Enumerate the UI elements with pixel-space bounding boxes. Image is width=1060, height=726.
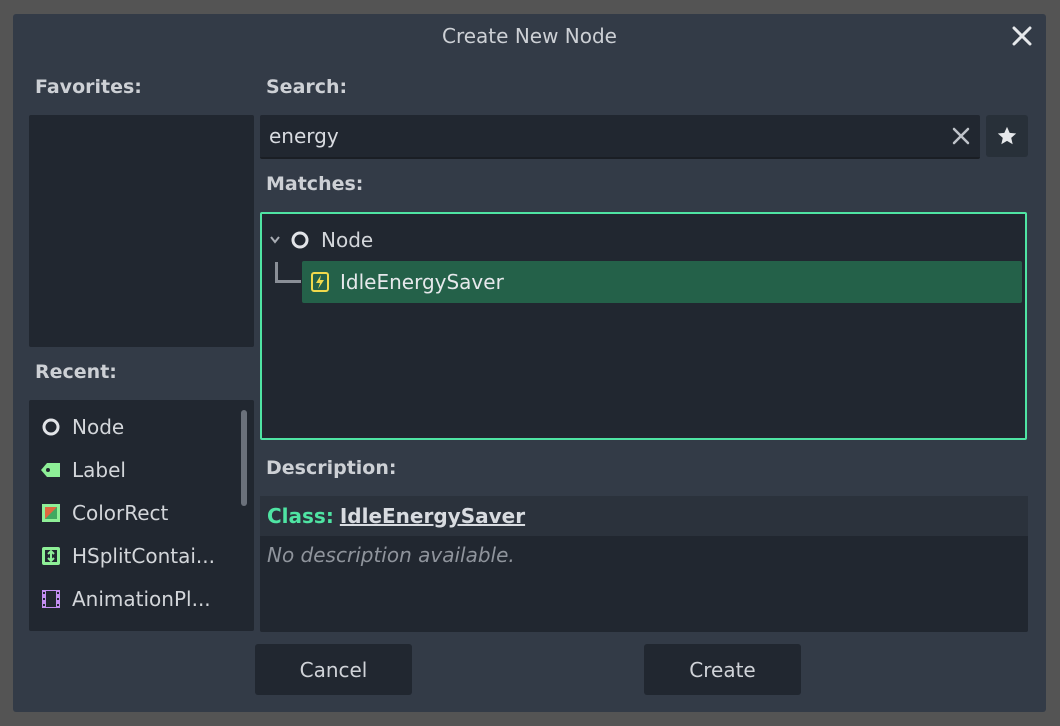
recent-list: Node Label ColorRect HSplitContai... Ani… (29, 400, 254, 631)
recent-item-label: ColorRect (72, 500, 169, 525)
recent-item-label: Node (72, 414, 125, 439)
recent-item-colorrect[interactable]: ColorRect (29, 491, 234, 534)
tree-item-label: IdleEnergySaver (340, 270, 504, 294)
recent-item-label-node[interactable]: Label (29, 448, 234, 491)
description-panel: Class: IdleEnergySaver No description av… (260, 496, 1028, 632)
recent-item-label: HSplitContai... (72, 543, 215, 568)
tree-item-label: Node (321, 228, 374, 252)
collapse-arrow-icon[interactable] (269, 235, 283, 245)
tree-item-idleenergysaver[interactable]: IdleEnergySaver (302, 261, 1022, 303)
search-label: Search: (266, 76, 348, 98)
recent-item-animationplayer[interactable]: AnimationPl... (29, 577, 234, 620)
cancel-button[interactable]: Cancel (255, 644, 412, 695)
description-header: Class: IdleEnergySaver (260, 496, 1028, 536)
tree-item-node[interactable]: Node (262, 220, 562, 260)
color-rect-icon (40, 502, 62, 524)
search-field (260, 115, 980, 159)
animation-player-icon (40, 588, 62, 610)
matches-tree: Node IdleEnergySaver (260, 212, 1027, 440)
recent-item-hsplitcontainer[interactable]: HSplitContai... (29, 534, 234, 577)
recent-item-label: AnimationPl... (72, 586, 211, 611)
energy-bolt-icon (311, 272, 329, 292)
matches-label: Matches: (266, 173, 364, 195)
class-prefix: Class: (267, 504, 334, 528)
description-text: No description available. (267, 543, 515, 567)
node-circle-icon (290, 230, 310, 250)
star-icon (997, 126, 1017, 145)
favorites-list[interactable] (29, 115, 254, 347)
create-node-dialog: Create New Node Favorites: Recent: Node … (13, 14, 1046, 712)
dialog-title: Create New Node (442, 24, 617, 48)
label-tag-icon (40, 459, 62, 481)
recent-label: Recent: (35, 361, 117, 383)
favorite-star-button[interactable] (986, 115, 1028, 157)
recent-item-label: Label (72, 457, 126, 482)
tree-connector (275, 262, 278, 282)
tree-connector (275, 280, 301, 283)
create-button[interactable]: Create (644, 644, 801, 695)
clear-search-icon[interactable] (950, 125, 972, 147)
description-label: Description: (266, 457, 397, 479)
favorites-label: Favorites: (35, 76, 142, 98)
recent-item-node[interactable]: Node (29, 405, 234, 448)
search-input[interactable] (260, 115, 939, 157)
class-name-link[interactable]: IdleEnergySaver (340, 504, 525, 528)
node-circle-icon (40, 416, 62, 438)
recent-scrollbar[interactable] (241, 410, 247, 506)
close-icon[interactable] (1010, 24, 1034, 48)
hsplit-container-icon (40, 545, 62, 567)
